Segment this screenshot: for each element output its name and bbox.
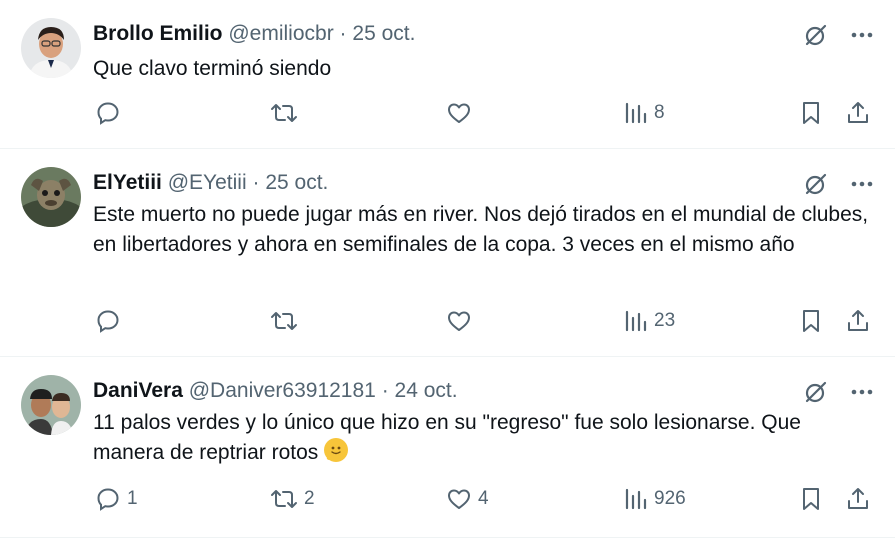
author-name[interactable]: DaniVera — [93, 379, 183, 402]
tweet-top-icons — [803, 171, 873, 197]
tweet-text: Este muerto no puede jugar más en river.… — [93, 203, 869, 256]
reply-button[interactable]: 1 — [95, 486, 138, 512]
grok-icon[interactable] — [803, 379, 829, 405]
like-count: 4 — [478, 488, 489, 509]
share-button[interactable] — [846, 100, 870, 126]
share-button[interactable] — [846, 486, 870, 512]
author-name[interactable]: Brollo Emilio — [93, 22, 223, 45]
views-count: 8 — [654, 102, 665, 123]
more-icon[interactable] — [851, 32, 873, 38]
tweet-header: Brollo Emilio @emiliocbr · 25 oct. — [93, 21, 415, 47]
share-button[interactable] — [846, 308, 870, 334]
tweet-top-icons — [803, 379, 873, 405]
views-count: 23 — [654, 310, 676, 331]
avatar[interactable] — [21, 375, 81, 435]
reply-count: 1 — [127, 488, 138, 509]
tweet-actions: 23 — [0, 308, 895, 338]
author-handle[interactable]: @emiliocbr — [228, 22, 333, 45]
grok-icon[interactable] — [803, 22, 829, 48]
tweet-1[interactable]: Brollo Emilio @emiliocbr · 25 oct. Que c… — [0, 0, 895, 149]
bookmark-button[interactable] — [800, 486, 822, 512]
retweet-button[interactable] — [270, 100, 304, 126]
retweet-button[interactable] — [270, 308, 304, 334]
tweet-text: 11 palos verdes y lo único que hizo en s… — [93, 411, 801, 464]
tweet-text-container: 11 palos verdes y lo único que hizo en s… — [93, 408, 873, 468]
tweet-header: DaniVera @Daniver63912181 · 24 oct. — [93, 378, 458, 404]
more-icon[interactable] — [851, 389, 873, 395]
tweet-date[interactable]: 25 oct. — [265, 171, 328, 194]
grok-icon[interactable] — [803, 171, 829, 197]
like-button[interactable]: 4 — [446, 486, 489, 512]
retweet-count: 2 — [304, 488, 315, 509]
melting-face-emoji — [324, 438, 349, 462]
separator: · — [252, 171, 260, 194]
author-name[interactable]: ElYetiii — [93, 171, 162, 194]
tweet-3[interactable]: DaniVera @Daniver63912181 · 24 oct. 11 p… — [0, 357, 895, 538]
tweet-date[interactable]: 25 oct. — [352, 22, 415, 45]
tweet-header: ElYetiii @EYetiii · 25 oct. — [93, 170, 328, 196]
views-button[interactable]: 8 — [624, 100, 665, 126]
reply-button[interactable] — [95, 100, 127, 126]
separator: · — [339, 22, 347, 45]
avatar[interactable] — [21, 167, 81, 227]
tweet-top-icons — [803, 22, 873, 48]
tweet-actions: 8 — [0, 100, 895, 130]
retweet-button[interactable]: 2 — [270, 486, 315, 512]
views-button[interactable]: 926 — [624, 486, 686, 512]
bookmark-button[interactable] — [800, 308, 822, 334]
bookmark-button[interactable] — [800, 100, 822, 126]
author-handle[interactable]: @Daniver63912181 — [189, 379, 376, 402]
more-icon[interactable] — [851, 181, 873, 187]
reply-button[interactable] — [95, 308, 127, 334]
tweet-2[interactable]: ElYetiii @EYetiii · 25 oct. Este muerto … — [0, 149, 895, 357]
tweet-text: Que clavo terminó siendo — [93, 57, 332, 80]
views-count: 926 — [654, 488, 686, 509]
avatar[interactable] — [21, 18, 81, 78]
author-handle[interactable]: @EYetiii — [168, 171, 247, 194]
like-button[interactable] — [446, 100, 478, 126]
views-button[interactable]: 23 — [624, 308, 675, 334]
tweet-actions: 1 2 4 926 — [0, 486, 895, 516]
separator: · — [381, 379, 389, 402]
tweet-date[interactable]: 24 oct. — [395, 379, 458, 402]
like-button[interactable] — [446, 308, 478, 334]
